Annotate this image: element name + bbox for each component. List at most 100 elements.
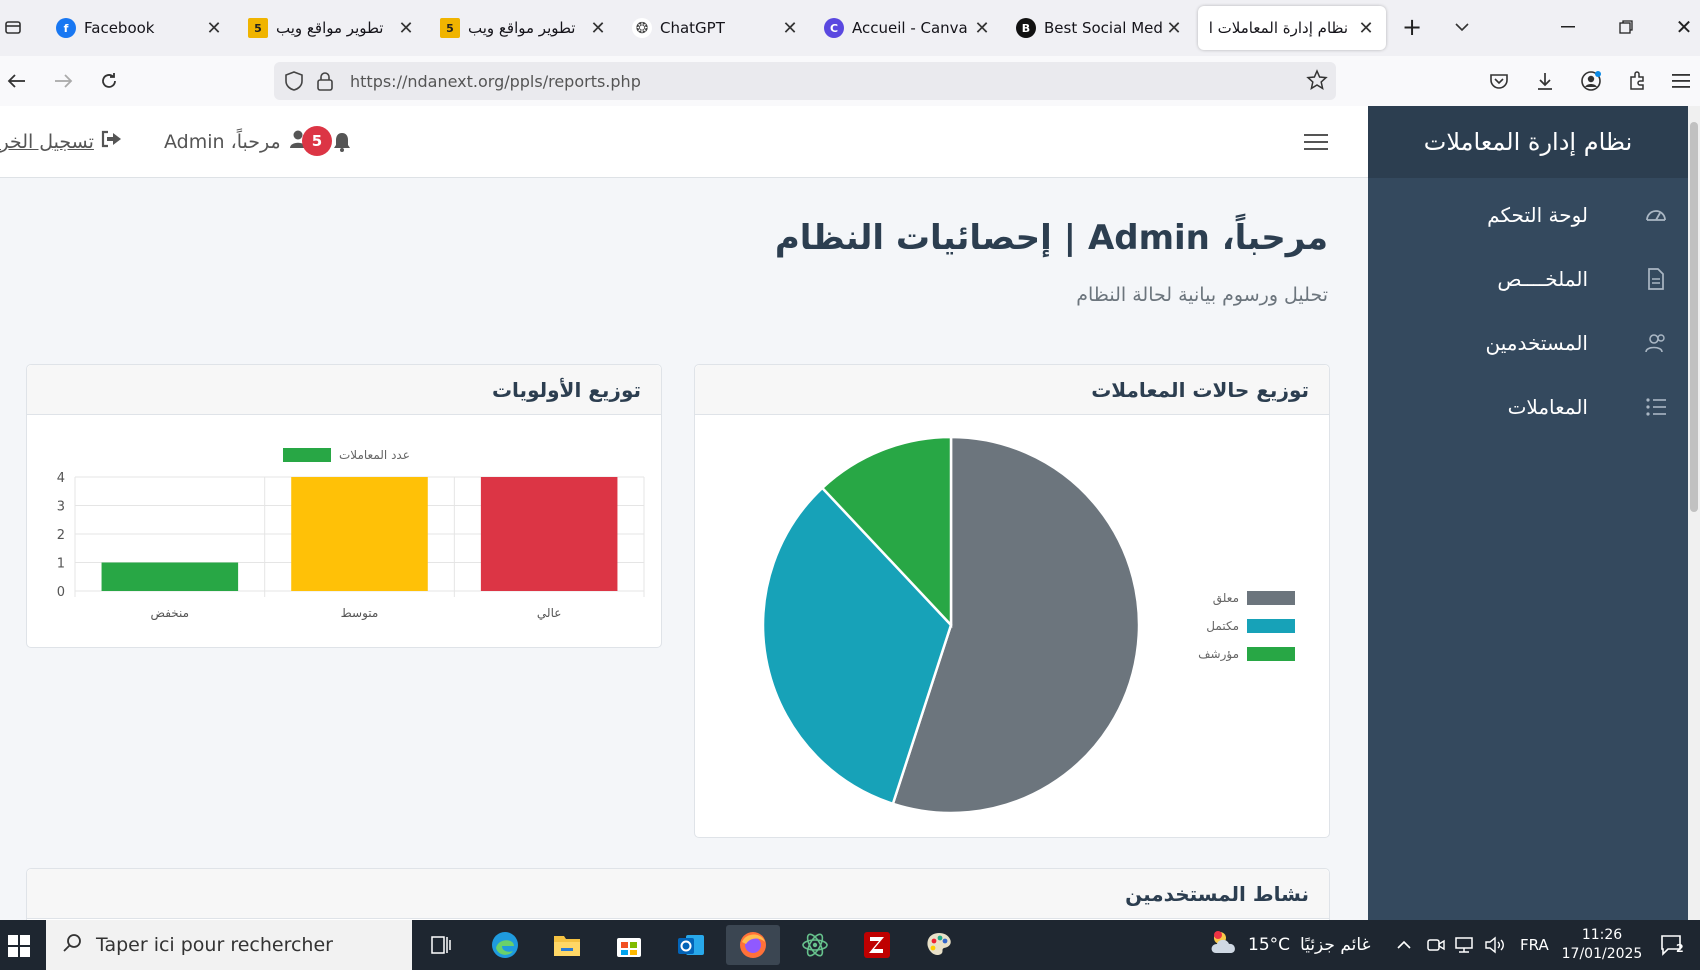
y-tick-label: 4 [57,471,65,486]
sidebar-brand[interactable]: نظام إدارة المعاملات [1368,106,1688,178]
mostaql-icon: 5 [440,18,460,38]
page-scrollbar[interactable] [1688,106,1700,920]
clock[interactable]: 11:26 17/01/2025 [1560,920,1644,970]
browser-tab[interactable]: ❂ ChatGPT ✕ [622,6,810,50]
language-indicator[interactable]: FRA [1520,920,1549,970]
bar-1[interactable] [101,562,239,592]
legend-swatch[interactable] [1247,647,1295,661]
bar-3[interactable] [480,477,618,591]
legend-swatch[interactable] [1247,591,1295,605]
network-icon[interactable] [1454,920,1476,970]
facebook-icon: f [56,18,76,38]
close-tab-icon[interactable]: ✕ [588,18,608,39]
tab-overview-icon[interactable] [0,10,26,44]
browser-tab[interactable]: B Best Social Media ✕ [1006,6,1194,50]
show-hidden-icons-chevron-icon[interactable] [1396,920,1412,970]
url-text[interactable]: https://ndanext.org/ppls/reports.php [350,72,641,91]
menu-icon[interactable] [1664,64,1698,98]
logout-icon [100,130,122,153]
user-activity-card: نشاط المستخدمين [26,868,1330,920]
hamburger-toggle-icon[interactable] [1304,132,1328,156]
close-tab-icon[interactable]: ✕ [972,18,992,39]
sidebar: نظام إدارة المعاملات لوحة التحكم الملخــ… [1368,106,1688,920]
bar-2[interactable] [291,477,428,591]
minimize-icon[interactable] [1548,10,1588,44]
document-icon [1644,267,1668,291]
filezilla-icon[interactable] [850,925,904,965]
browser-tab[interactable]: 5 تطوير مواقع ويب ✕ [430,6,618,50]
outlook-icon[interactable] [664,925,718,965]
legend-label: مكتمل [1206,619,1239,633]
search-icon [62,933,82,958]
close-tab-icon[interactable]: ✕ [396,18,416,39]
close-tab-icon[interactable]: ✕ [204,18,224,39]
user-welcome[interactable]: مرحباً، Admin [164,129,307,154]
microsoft-store-icon[interactable] [602,925,656,965]
weather-widget[interactable]: 15°C غائم جزئيًا [1208,920,1370,970]
close-tab-icon[interactable]: ✕ [1356,18,1376,39]
card-title: توزيع حالات المعاملات [695,365,1329,415]
legend-label: معلق [1213,591,1239,606]
sidebar-item-transactions[interactable]: المعاملات [1368,382,1688,432]
sidebar-item-summary[interactable]: الملخــــص [1368,254,1688,304]
meet-now-icon[interactable] [1426,920,1446,970]
edge-icon[interactable] [478,925,532,965]
task-view-icon[interactable] [414,925,468,965]
scrollbar-thumb[interactable] [1690,122,1698,512]
notification-center-icon[interactable]: 2 [1660,920,1686,970]
legend-swatch[interactable] [283,448,331,462]
y-tick-label: 0 [57,585,65,600]
card-title: نشاط المستخدمين [27,869,1329,919]
lock-icon[interactable] [316,70,334,96]
sidebar-item-users[interactable]: المستخدمين [1368,318,1688,368]
bookmark-star-icon[interactable] [1306,69,1328,95]
bell-icon[interactable] [332,131,352,157]
main-content: مرحباً، Admin | إحصائيات النظام تحليل ور… [0,178,1368,920]
pocket-icon[interactable] [1482,64,1516,98]
close-tab-icon[interactable]: ✕ [1164,18,1184,39]
taskbar-search-box[interactable]: Taper ici pour rechercher [46,920,412,970]
reload-icon[interactable] [92,64,126,98]
new-tab-icon[interactable]: + [1392,10,1432,44]
browser-tab-strip: f Facebook ✕ 5 تطوير مواقع ويب ✕ 5 تطوير… [0,0,1700,56]
x-tick-label: متوسط [341,606,379,621]
legend-swatch[interactable] [1247,619,1295,633]
notification-center-badge: 2 [1676,942,1684,955]
notification-badge[interactable]: 5 [302,126,332,156]
browser-tab[interactable]: C Accueil - Canva ✕ [814,6,1002,50]
extensions-icon[interactable] [1620,64,1654,98]
paint-icon[interactable] [912,925,966,965]
close-tab-icon[interactable]: ✕ [780,18,800,39]
windows-taskbar: Taper ici pour rechercher 15°C غائم جزئي… [0,920,1700,970]
forward-icon[interactable] [46,64,80,98]
y-tick-label: 2 [57,528,65,543]
mostaql-icon: 5 [248,18,268,38]
x-tick-label: منخفض [151,606,190,621]
legend-label: مؤرشف [1198,647,1239,662]
atom-icon[interactable] [788,925,842,965]
list-icon [1644,395,1668,419]
downloads-icon[interactable] [1528,64,1562,98]
windows-start-icon[interactable] [8,935,30,961]
close-window-icon[interactable]: ✕ [1664,10,1700,44]
browser-tab[interactable]: f Facebook ✕ [46,6,234,50]
tab-list-chevron-icon[interactable] [1442,10,1482,44]
x-tick-label: عالي [537,606,561,620]
restore-icon[interactable] [1606,10,1646,44]
page-title: مرحباً، Admin | إحصائيات النظام [774,218,1328,258]
browser-navbar: https://ndanext.org/ppls/reports.php [0,56,1700,106]
card-title: توزيع الأولويات [27,365,661,415]
logout-link[interactable]: تسجيل الخروج [0,130,122,153]
sidebar-item-dashboard[interactable]: لوحة التحكم [1368,190,1688,240]
firefox-icon[interactable] [726,925,780,965]
browser-tab-active[interactable]: نظام إدارة المعاملات ال ✕ [1198,6,1386,50]
back-icon[interactable] [0,64,34,98]
file-explorer-icon[interactable] [540,925,594,965]
account-icon[interactable] [1574,64,1608,98]
chatgpt-icon: ❂ [632,18,652,38]
shield-icon[interactable] [284,70,304,96]
browser-tab[interactable]: 5 تطوير مواقع ويب ✕ [238,6,426,50]
url-bar[interactable]: https://ndanext.org/ppls/reports.php [274,62,1336,100]
volume-icon[interactable] [1484,920,1506,970]
dashboard-icon [1644,203,1668,227]
